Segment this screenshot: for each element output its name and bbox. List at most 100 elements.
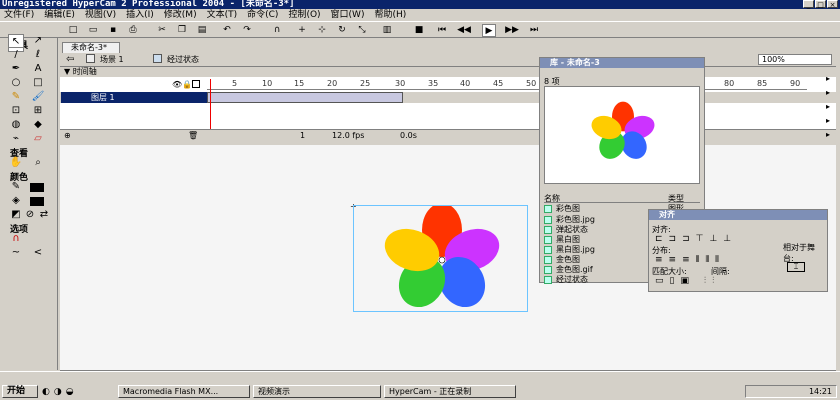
fast-forward-icon[interactable]: ⏭: [527, 24, 541, 37]
library-item[interactable]: 经过状态: [544, 275, 588, 285]
match-buttons[interactable]: ▭▯▣ ⫶⫶: [655, 276, 720, 286]
column-type[interactable]: 类型: [668, 194, 684, 203]
align-icon[interactable]: ▥: [380, 24, 394, 37]
selection-box[interactable]: [353, 203, 529, 313]
copy-icon[interactable]: ❐: [175, 24, 189, 37]
open-icon[interactable]: ▭: [86, 24, 100, 37]
library-item[interactable]: 彩色图图形: [544, 204, 684, 214]
step-back-icon[interactable]: ◀◀: [457, 24, 471, 37]
play-icon[interactable]: ▶: [482, 24, 496, 37]
taskbar-hypercam[interactable]: HyperCam - 正在录制: [384, 385, 516, 398]
close-button[interactable]: ×: [827, 0, 838, 9]
column-name[interactable]: 名称: [544, 194, 560, 203]
maximize-button[interactable]: □: [815, 0, 826, 9]
library-item[interactable]: 金色图图形: [544, 255, 684, 265]
back-arrow-icon[interactable]: ⇦: [66, 54, 74, 65]
cut-icon[interactable]: ✂: [155, 24, 169, 37]
stop-icon[interactable]: ■: [412, 24, 426, 37]
oval-tool-icon[interactable]: ○: [8, 76, 24, 90]
fill-color-swatch[interactable]: [30, 197, 44, 206]
menu-file[interactable]: 文件(F): [4, 9, 34, 21]
library-title[interactable]: 库 - 未命名-3: [540, 58, 704, 68]
free-transform-tool-icon[interactable]: ⊡: [8, 104, 24, 118]
rectangle-tool-icon[interactable]: □: [30, 76, 46, 90]
library-item[interactable]: 金色图.gif位图: [544, 265, 684, 275]
document-bar: ⇦ 场景 1 经过状态: [60, 53, 836, 67]
stroke-color-swatch[interactable]: [30, 183, 44, 192]
pencil-tool-icon[interactable]: ✎: [8, 90, 24, 104]
text-tool-icon[interactable]: A: [30, 62, 46, 76]
menu-help[interactable]: 帮助(H): [374, 9, 406, 21]
menu-edit[interactable]: 编辑(E): [44, 9, 75, 21]
save-icon[interactable]: ▪: [106, 24, 120, 37]
library-item[interactable]: 黑白图图形: [544, 235, 684, 245]
zoom-select[interactable]: 100%: [758, 54, 832, 65]
scene-label[interactable]: 场景 1: [100, 54, 124, 65]
start-button[interactable]: 开始: [2, 385, 38, 398]
layer-frames[interactable]: [207, 92, 403, 103]
flower-graphic[interactable]: [354, 203, 529, 313]
print-icon[interactable]: ⎙: [126, 24, 140, 37]
swap-colors-icon[interactable]: ⇄: [36, 208, 52, 222]
library-item[interactable]: 彩色图.jpg位图: [544, 215, 684, 225]
delete-layer-icon[interactable]: 🗑: [188, 130, 198, 141]
menu-modify[interactable]: 修改(M): [164, 9, 197, 21]
lasso-tool-icon[interactable]: ℓ: [30, 48, 46, 62]
ink-bottle-tool-icon[interactable]: ◍: [8, 118, 24, 132]
current-frame: 1: [300, 131, 306, 140]
eye-icon[interactable]: 👁: [172, 80, 182, 89]
align-buttons[interactable]: ⊏⊐⊐⊤⊥⊥: [655, 234, 737, 244]
redo-icon[interactable]: ↷: [240, 24, 254, 37]
outline-icon[interactable]: [192, 80, 200, 88]
taskbar-flash[interactable]: Macromedia Flash MX...: [118, 385, 250, 398]
eyedropper-tool-icon[interactable]: ⌁: [8, 132, 24, 146]
quick-launch-icons[interactable]: ◐◑◒: [42, 387, 78, 397]
undo-icon[interactable]: ↶: [220, 24, 234, 37]
document-tab[interactable]: 未命名-3*: [62, 42, 120, 53]
new-icon[interactable]: □: [66, 24, 80, 37]
brush-tool-icon[interactable]: 🖌: [30, 90, 46, 104]
align-title[interactable]: 对齐: [649, 210, 827, 220]
scale-icon[interactable]: ⤡: [355, 24, 369, 37]
lock-icon[interactable]: 🔒: [182, 80, 192, 89]
relative-to-stage-button[interactable]: ⌶: [787, 262, 805, 272]
paint-bucket-tool-icon[interactable]: ◆: [30, 118, 46, 132]
right-panel-icons[interactable]: ▸ ▸ ▸ ▸ ▸: [826, 72, 830, 142]
library-columns: 名称 类型: [544, 194, 700, 203]
menu-text[interactable]: 文本(T): [207, 9, 238, 21]
hand-tool-icon[interactable]: ✋: [8, 156, 24, 170]
eraser-tool-icon[interactable]: ▱: [30, 132, 46, 146]
menu-view[interactable]: 视图(V): [85, 9, 116, 21]
subselect-tool-icon[interactable]: ↗: [30, 34, 46, 48]
zoom-tool-icon[interactable]: ⌕: [30, 156, 46, 170]
snap-magnet-icon[interactable]: ∩: [8, 232, 24, 246]
arrow-tool-icon[interactable]: ↖: [8, 34, 24, 48]
symbol-label[interactable]: 经过状态: [167, 54, 199, 65]
magnet-icon[interactable]: ∩: [270, 24, 284, 37]
menu-insert[interactable]: 插入(I): [126, 9, 154, 21]
rotate-icon[interactable]: ↻: [335, 24, 349, 37]
fill-transform-tool-icon[interactable]: ⊞: [30, 104, 46, 118]
smooth-icon[interactable]: +: [295, 24, 309, 37]
step-forward-icon[interactable]: ▶▶: [505, 24, 519, 37]
minimize-button[interactable]: _: [803, 0, 814, 9]
fill-color-icon[interactable]: ◈: [8, 194, 24, 208]
library-item[interactable]: 黑白图.jpg位图: [544, 245, 684, 255]
line-tool-icon[interactable]: /: [8, 48, 24, 62]
taskbar-video[interactable]: 视频演示: [253, 385, 381, 398]
menu-control[interactable]: 控制(O): [288, 9, 320, 21]
menu-window[interactable]: 窗口(W): [331, 9, 365, 21]
straighten-icon[interactable]: ⊹: [315, 24, 329, 37]
stroke-color-icon[interactable]: ✎: [8, 180, 24, 194]
smooth-option-icon[interactable]: ~: [8, 246, 24, 260]
menu-commands[interactable]: 命令(C): [247, 9, 278, 21]
rewind-icon[interactable]: ⏮: [435, 24, 449, 37]
add-layer-icon[interactable]: ⊕: [64, 130, 71, 141]
paste-icon[interactable]: ▤: [195, 24, 209, 37]
straighten-option-icon[interactable]: <: [30, 246, 46, 260]
layer-name[interactable]: 图层 1: [61, 92, 207, 103]
tools-panel: 工具 ↖ ↗ / ℓ ✒ A ○ □ ✎ 🖌 ⊡ ⊞ ◍ ◆ ⌁ ▱ 查看 ✋ …: [0, 34, 58, 370]
pen-tool-icon[interactable]: ✒: [8, 62, 24, 76]
library-item[interactable]: 弹起状态影片: [544, 225, 684, 235]
distribute-buttons[interactable]: ≡≡≡⫴⫴⫴: [655, 255, 725, 265]
